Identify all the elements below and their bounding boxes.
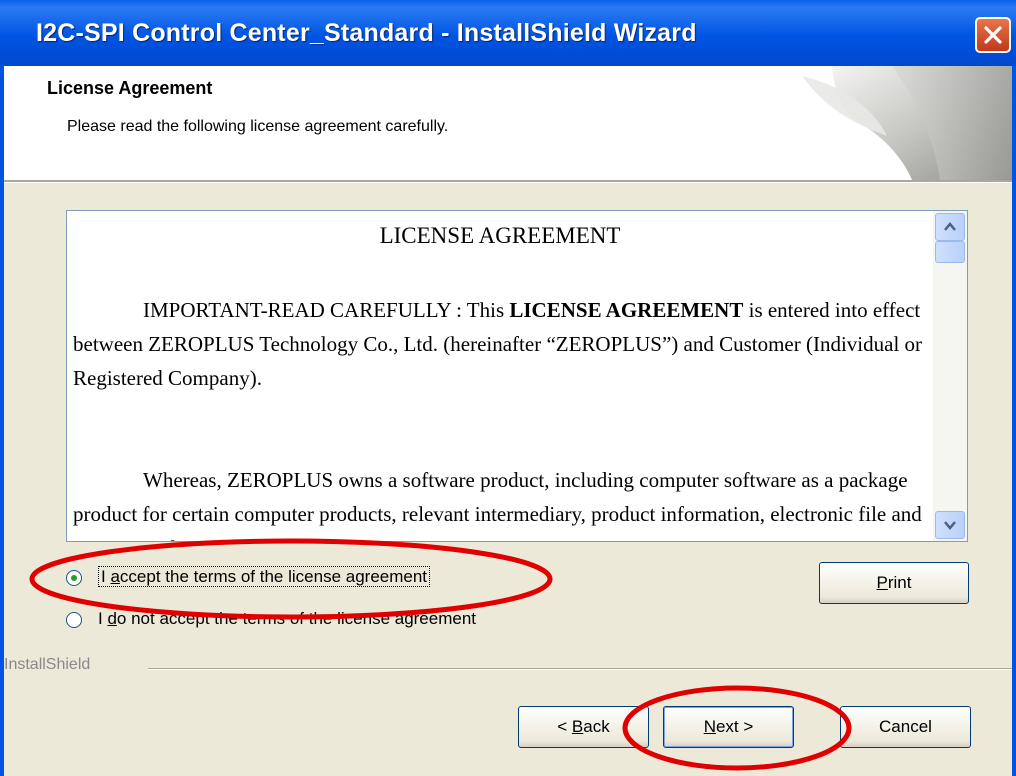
scroll-down-button[interactable] bbox=[935, 511, 965, 539]
print-mnemonic: P bbox=[876, 573, 888, 592]
print-button[interactable]: Print bbox=[819, 562, 969, 604]
next-rest: ext > bbox=[715, 717, 754, 736]
wizard-header: License Agreement Please read the follow… bbox=[4, 66, 1012, 180]
accept-focus-box: I accept the terms of the license agreem… bbox=[98, 566, 431, 587]
header-title: License Agreement bbox=[47, 78, 213, 98]
decline-radio[interactable] bbox=[66, 612, 82, 628]
license-paragraph-1: IMPORTANT-READ CAREFULLY : This LICENSE … bbox=[73, 293, 929, 395]
decline-radio-label[interactable]: I do not accept the terms of the license… bbox=[98, 609, 476, 629]
next-button[interactable]: Next > bbox=[663, 706, 794, 748]
license-p1-lead: IMPORTANT-READ CAREFULLY : This bbox=[143, 298, 510, 322]
installshield-brand-label: InstallShield bbox=[4, 656, 91, 673]
chevron-up-icon bbox=[944, 222, 956, 231]
back-rest: ack bbox=[583, 717, 610, 736]
license-heading: LICENSE AGREEMENT bbox=[379, 223, 621, 248]
header-subtitle: Please read the following license agreem… bbox=[67, 118, 449, 135]
title-bar: I2C-SPI Control Center_Standard - Instal… bbox=[0, 0, 1016, 66]
back-button[interactable]: < Back bbox=[518, 706, 649, 748]
accept-radio-dot bbox=[71, 575, 77, 581]
decline-label-post: o not accept the terms of the license ag… bbox=[116, 609, 477, 628]
license-text-content: LICENSE AGREEMENT IMPORTANT-READ CAREFUL… bbox=[67, 211, 933, 541]
close-icon bbox=[984, 26, 1002, 44]
header-separator bbox=[4, 180, 1012, 183]
window-border-right bbox=[1012, 66, 1016, 776]
page-curl-graphic-icon bbox=[802, 66, 1012, 180]
accept-radio-label[interactable]: I accept the terms of the license agreem… bbox=[98, 566, 431, 587]
scroll-thumb[interactable] bbox=[935, 241, 965, 263]
license-paragraph-2: Whereas, ZEROPLUS owns a software produc… bbox=[73, 463, 929, 541]
print-rest: rint bbox=[887, 573, 912, 592]
close-button[interactable] bbox=[975, 17, 1011, 53]
scroll-up-button[interactable] bbox=[935, 213, 965, 241]
window-title: I2C-SPI Control Center_Standard - Instal… bbox=[36, 19, 697, 47]
accept-radio[interactable] bbox=[66, 570, 82, 586]
installshield-divider bbox=[148, 668, 1012, 670]
accept-label-mnemonic: a bbox=[110, 567, 120, 586]
decline-label-mnemonic: d bbox=[107, 609, 117, 628]
license-text-box[interactable]: LICENSE AGREEMENT IMPORTANT-READ CAREFUL… bbox=[66, 210, 968, 542]
accept-label-post: ccept the terms of the license agreement bbox=[119, 567, 428, 586]
license-p2-text: Whereas, ZEROPLUS owns a software produc… bbox=[73, 468, 922, 541]
next-mnemonic: N bbox=[703, 717, 716, 736]
license-p1-bold: LICENSE AGREEMENT bbox=[509, 298, 744, 322]
back-pre: < bbox=[557, 717, 572, 736]
back-mnemonic: B bbox=[571, 717, 584, 736]
chevron-down-icon bbox=[944, 521, 956, 530]
cancel-button[interactable]: Cancel bbox=[840, 706, 971, 748]
license-scrollbar[interactable] bbox=[933, 211, 967, 541]
